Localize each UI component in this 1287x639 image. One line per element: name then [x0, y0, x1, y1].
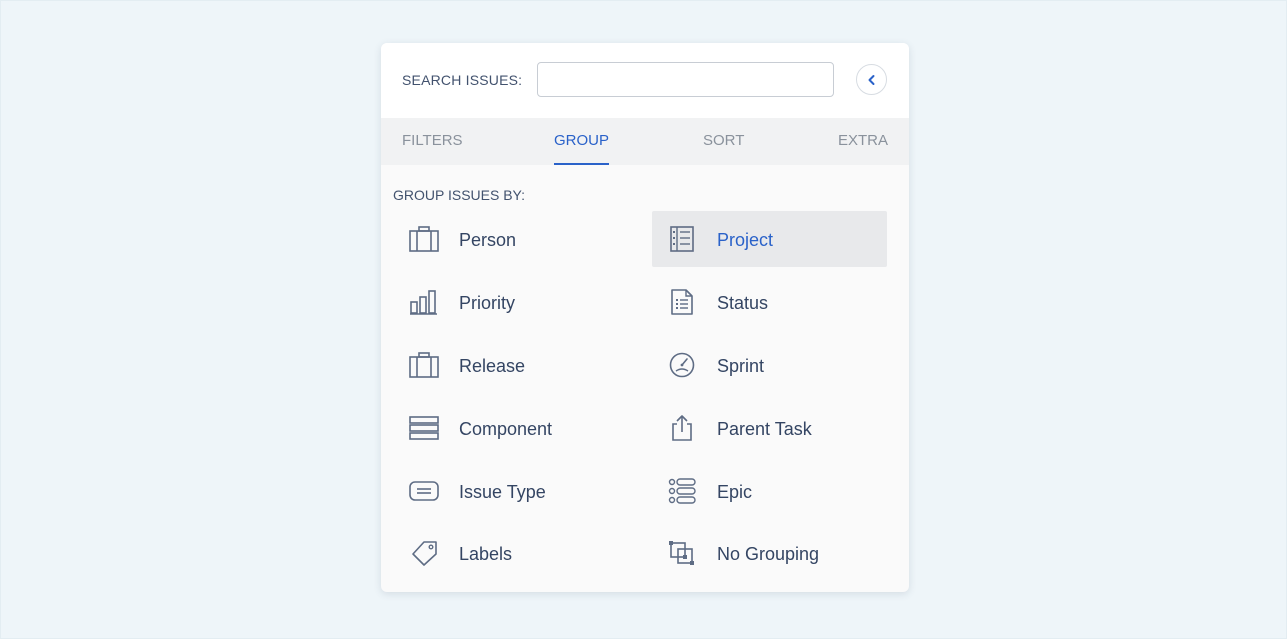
tab-filters[interactable]: FILTERS: [402, 118, 463, 165]
group-option-label: No Grouping: [717, 544, 820, 564]
group-option-label: Issue Type: [459, 482, 546, 502]
group-heading: GROUP ISSUES BY:: [393, 187, 526, 203]
group-option-no-grouping[interactable]: No Grouping: [652, 525, 887, 581]
group-option-label: Sprint: [717, 356, 765, 376]
group-option-label: Parent Task: [717, 419, 812, 439]
group-option-person[interactable]: Person: [394, 211, 629, 267]
tab-extra[interactable]: EXTRA: [838, 118, 888, 165]
collapse-panel-button[interactable]: [856, 64, 887, 95]
group-option-label: Epic: [717, 482, 753, 502]
speedometer-icon: [669, 352, 695, 378]
project-list-icon: [670, 226, 694, 252]
bar-chart-icon: [410, 290, 437, 315]
search-label: SEARCH ISSUES:: [402, 72, 523, 88]
tag-icon: [412, 541, 437, 566]
group-option-label: Project: [717, 230, 774, 250]
group-option-label: Priority: [459, 293, 516, 313]
group-option-labels[interactable]: Labels: [394, 525, 629, 581]
ungroup-icon: [669, 541, 694, 565]
upload-icon: [672, 415, 692, 441]
message-box-icon: [409, 481, 439, 501]
search-row: SEARCH ISSUES:: [381, 43, 909, 118]
group-option-status[interactable]: Status: [652, 274, 887, 330]
stacked-layers-icon: [409, 416, 439, 440]
filter-panel: SEARCH ISSUES: FILTERS GROUP SORT EXTRA …: [381, 43, 909, 592]
group-option-label: Component: [459, 419, 553, 439]
tab-sort[interactable]: SORT: [703, 118, 744, 165]
briefcase-icon: [409, 226, 439, 252]
group-option-release[interactable]: Release: [394, 337, 629, 393]
group-option-priority[interactable]: Priority: [394, 274, 629, 330]
chevron-left-icon: [868, 75, 875, 85]
group-option-project[interactable]: Project: [652, 211, 887, 267]
search-input[interactable]: [537, 62, 834, 97]
document-list-icon: [671, 289, 693, 315]
tab-group[interactable]: GROUP: [554, 118, 610, 165]
group-option-epic[interactable]: Epic: [652, 463, 887, 519]
group-option-label: Status: [717, 293, 769, 313]
tab-bar: FILTERS GROUP SORT EXTRA: [381, 118, 909, 165]
group-option-component[interactable]: Component: [394, 400, 629, 456]
package-icon: [409, 352, 439, 378]
group-option-parent-task[interactable]: Parent Task: [652, 400, 887, 456]
group-option-label: Release: [459, 356, 526, 376]
group-option-issue-type[interactable]: Issue Type: [394, 463, 629, 519]
group-option-label: Person: [459, 230, 517, 250]
group-option-label: Labels: [459, 544, 513, 564]
epic-list-icon: [668, 478, 696, 504]
group-option-sprint[interactable]: Sprint: [652, 337, 887, 393]
